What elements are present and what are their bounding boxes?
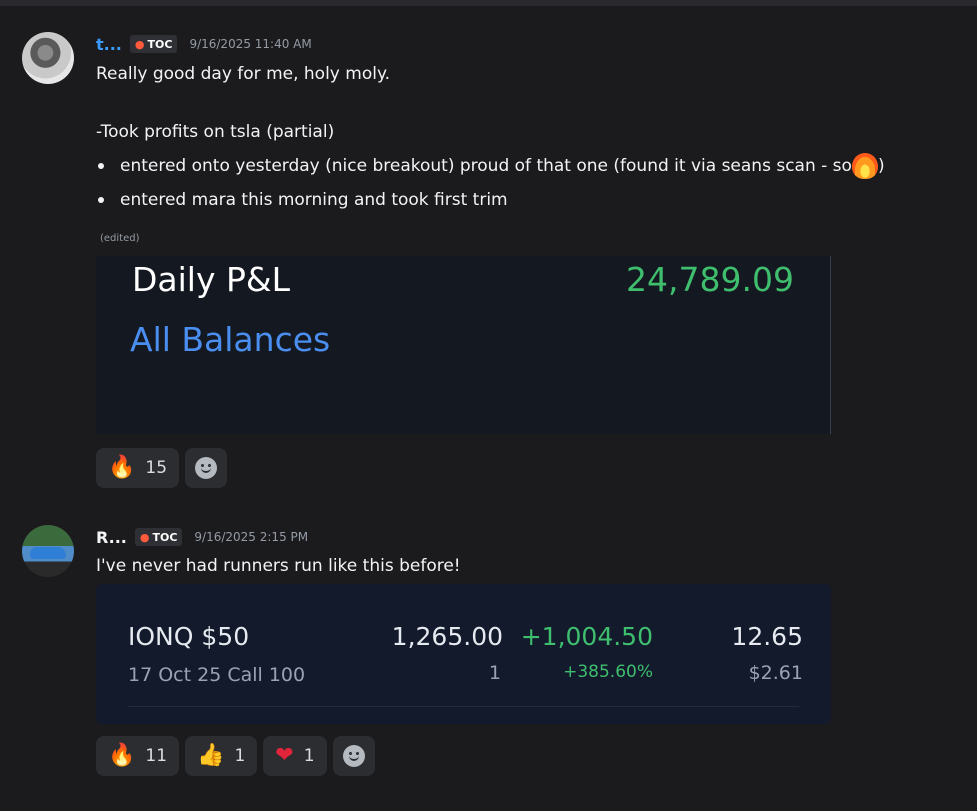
option-contract: 17 Oct 25 Call 100 (128, 664, 306, 686)
list-item-suffix: ) (877, 156, 885, 176)
server-tag[interactable]: ● TOC (134, 528, 183, 546)
list-item: entered onto yesterday (nice breakout) p… (96, 153, 885, 179)
reaction-heart[interactable]: ❤ 1 (263, 736, 327, 776)
top-bar (0, 0, 977, 6)
username[interactable]: R... (96, 528, 127, 547)
list-item: entered mara this morning and took first… (96, 190, 508, 210)
add-reaction-button[interactable] (332, 736, 375, 776)
reaction-fire[interactable]: 🔥 15 (96, 448, 180, 488)
daily-pl-title: Daily P&L (132, 260, 291, 299)
flame-icon: ● (139, 530, 150, 544)
option-cost: $2.61 (748, 662, 803, 684)
server-tag-label: TOC (152, 530, 178, 544)
list-item-text: entered mara this morning and took first… (120, 190, 508, 210)
reaction-bar: 🔥 15 (96, 448, 228, 488)
option-price: 12.65 (731, 622, 803, 651)
timestamp: 9/16/2025 11:40 AM (189, 37, 312, 51)
avatar[interactable] (22, 32, 74, 84)
fire-emoji-icon (851, 153, 878, 179)
car-image (30, 547, 66, 559)
all-balances-link[interactable]: All Balances (130, 320, 330, 359)
edited-label: (edited) (100, 233, 140, 244)
server-tag-label: TOC (147, 37, 173, 51)
reaction-count: 1 (303, 746, 315, 766)
market-value: 1,265.00 (391, 622, 503, 651)
daily-pl-value: 24,789.09 (626, 260, 794, 299)
message-line: -Took profits on tsla (partial) (96, 122, 335, 142)
message-header: t... ● TOC 9/16/2025 11:40 AM (96, 34, 312, 54)
add-reaction-button[interactable] (185, 448, 228, 488)
smiley-icon (342, 745, 365, 767)
bullet-dot (98, 197, 104, 203)
message-header: R... ● TOC 9/16/2025 2:15 PM (96, 527, 308, 547)
thumbs-up-emoji-icon: 👍 (197, 743, 225, 768)
message-line: Really good day for me, holy moly. (96, 64, 390, 84)
fire-emoji-icon: 🔥 (108, 743, 136, 768)
option-symbol: IONQ $50 (128, 622, 250, 651)
daily-pl-embed[interactable]: Daily P&L 24,789.09 All Balances (96, 256, 831, 434)
timestamp: 9/16/2025 2:15 PM (194, 530, 309, 544)
divider (128, 706, 799, 707)
gain-percent: +385.60% (563, 662, 653, 682)
reaction-bar: 🔥 11 👍 1 ❤ 1 (96, 736, 375, 776)
username[interactable]: t... (96, 35, 122, 54)
flame-icon: ● (134, 37, 145, 51)
option-position-embed[interactable]: IONQ $50 17 Oct 25 Call 100 1,265.00 1 +… (96, 584, 831, 724)
quantity: 1 (488, 662, 501, 684)
server-tag[interactable]: ● TOC (129, 35, 178, 53)
reaction-thumbs-up[interactable]: 👍 1 (185, 736, 258, 776)
fire-emoji-icon: 🔥 (108, 455, 136, 480)
reaction-fire[interactable]: 🔥 11 (96, 736, 180, 776)
message-line: I've never had runners run like this bef… (96, 556, 461, 576)
heart-emoji-icon: ❤ (275, 743, 294, 768)
bullet-dot (98, 163, 104, 169)
reaction-count: 11 (145, 746, 168, 766)
reaction-count: 1 (234, 746, 246, 766)
smiley-icon (195, 457, 218, 479)
gain-amount: +1,004.50 (520, 622, 653, 651)
avatar[interactable] (22, 525, 74, 577)
list-item-text: entered onto yesterday (nice breakout) p… (120, 156, 852, 176)
reaction-count: 15 (145, 458, 168, 478)
